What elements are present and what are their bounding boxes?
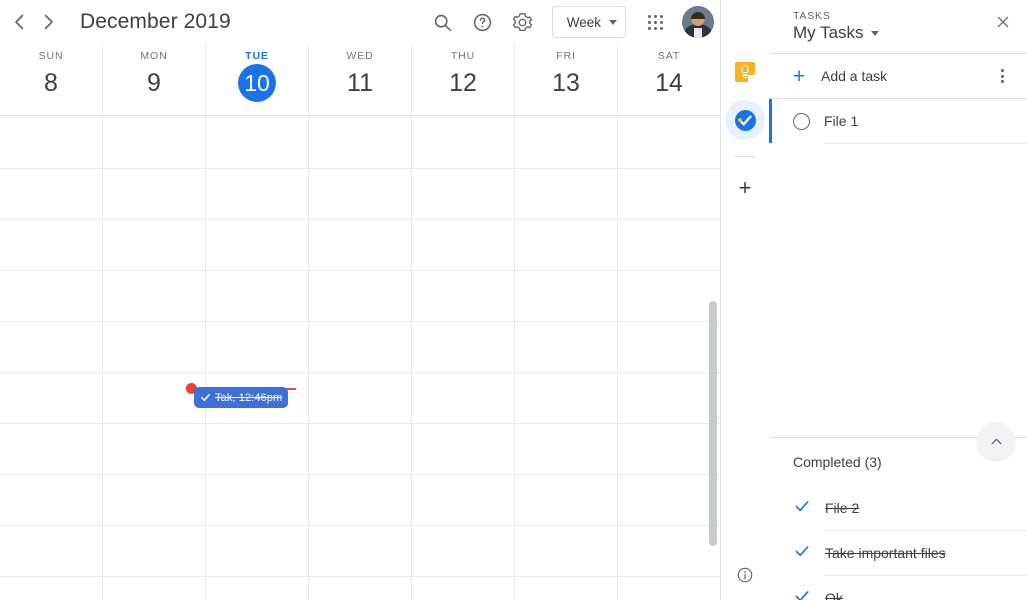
keep-app-icon[interactable] — [725, 52, 765, 92]
info-icon[interactable] — [728, 558, 762, 592]
check-icon[interactable] — [793, 497, 811, 520]
day-header-mon[interactable]: MON 9 — [102, 44, 205, 115]
completed-task-row[interactable]: Ok — [769, 576, 1027, 600]
collapse-completed-button[interactable] — [977, 422, 1015, 460]
view-mode-select[interactable]: Week — [551, 6, 626, 38]
selected-indicator — [769, 99, 772, 143]
day-number[interactable]: 14 — [650, 64, 688, 102]
day-column-tue[interactable] — [205, 116, 308, 600]
check-icon[interactable] — [793, 587, 811, 600]
day-column-thu[interactable] — [411, 116, 514, 600]
add-app-button[interactable]: + — [728, 171, 762, 205]
row-separator — [824, 143, 1027, 144]
calendar-topbar: December 2019 Week — [0, 0, 720, 44]
task-list-name: My Tasks — [793, 23, 864, 42]
chevron-down-icon — [609, 19, 617, 25]
day-of-week-label: SUN — [38, 50, 64, 62]
task-list-selector[interactable]: My Tasks — [793, 23, 1011, 43]
rail-divider — [734, 156, 756, 157]
day-column-wed[interactable] — [308, 116, 411, 600]
pending-task-list: File 1 — [769, 99, 1027, 144]
avatar[interactable] — [682, 6, 714, 38]
calendar-scrollbar[interactable] — [709, 301, 717, 546]
close-icon[interactable] — [987, 6, 1019, 38]
completed-count-label: Completed (3) — [793, 454, 882, 470]
day-header-tue[interactable]: TUE 10 — [205, 44, 308, 115]
day-column-fri[interactable] — [514, 116, 617, 600]
tasks-app-icon[interactable] — [725, 100, 774, 140]
task-title: Ok — [825, 590, 843, 600]
week-day-header: SUN 8 MON 9 TUE 10 WED 11 THU 12 FRI 13 SAT 14 — [0, 44, 720, 116]
day-number[interactable]: 10 — [238, 64, 276, 102]
calendar-event-chip[interactable]: Tak, 12:46pm — [195, 388, 287, 407]
completed-section-header: Completed (3) — [769, 422, 1027, 486]
day-column-sun[interactable] — [0, 116, 102, 600]
day-number[interactable]: 9 — [135, 64, 173, 102]
side-apps-rail: + — [720, 0, 774, 600]
day-of-week-label: THU — [450, 50, 476, 62]
check-icon[interactable] — [793, 542, 811, 565]
chevron-down-icon — [870, 30, 879, 36]
day-header-wed[interactable]: WED 11 — [308, 44, 411, 115]
task-title: File 2 — [825, 500, 860, 516]
check-icon — [200, 392, 211, 403]
tasks-panel: TASKS My Tasks + Add a task File 1 Compl… — [769, 0, 1027, 600]
task-row[interactable]: File 1 — [769, 99, 1027, 143]
day-of-week-label: TUE — [245, 50, 269, 62]
google-calendar-window: December 2019 Week SUN 8 MON 9 TUE 10 WE… — [0, 0, 1027, 600]
day-number[interactable]: 13 — [547, 64, 585, 102]
tasks-empty-space — [769, 144, 1027, 437]
day-of-week-label: SAT — [657, 50, 681, 62]
view-mode-label: Week — [566, 14, 601, 30]
day-number[interactable]: 8 — [32, 64, 70, 102]
day-number[interactable]: 11 — [341, 64, 379, 102]
add-task-label: Add a task — [821, 68, 888, 84]
task-checkbox-circle-icon[interactable] — [793, 112, 810, 130]
day-column-sat[interactable] — [617, 116, 720, 600]
day-header-sat[interactable]: SAT 14 — [617, 44, 720, 115]
gear-icon[interactable] — [504, 3, 542, 41]
plus-icon: + — [793, 64, 806, 88]
tasks-panel-kicker: TASKS — [793, 10, 831, 22]
day-header-sun[interactable]: SUN 8 — [0, 44, 102, 115]
day-of-week-label: MON — [140, 50, 168, 62]
task-title: Take important files — [825, 545, 946, 561]
help-icon[interactable] — [464, 3, 502, 41]
day-column-mon[interactable] — [102, 116, 205, 600]
apps-grid-icon[interactable] — [636, 3, 674, 41]
day-of-week-label: WED — [346, 50, 374, 62]
calendar-area: December 2019 Week SUN 8 MON 9 TUE 10 WE… — [0, 0, 720, 600]
add-task-button[interactable]: + Add a task — [769, 54, 1027, 98]
calendar-event-title: Tak, 12:46pm — [215, 391, 283, 404]
next-period-button[interactable] — [34, 7, 64, 37]
day-number[interactable]: 12 — [444, 64, 482, 102]
previous-period-button[interactable] — [4, 7, 34, 37]
day-columns — [0, 116, 720, 600]
tasks-panel-header: TASKS My Tasks — [769, 0, 1027, 53]
more-options-icon[interactable] — [987, 61, 1017, 91]
page-title: December 2019 — [80, 10, 231, 33]
completed-task-row[interactable]: File 2 — [769, 486, 1027, 530]
day-of-week-label: FRI — [556, 50, 576, 62]
search-icon[interactable] — [424, 3, 462, 41]
day-header-fri[interactable]: FRI 13 — [514, 44, 617, 115]
day-header-thu[interactable]: THU 12 — [411, 44, 514, 115]
completed-task-list: File 2 Take important files Ok — [769, 486, 1027, 600]
task-title: File 1 — [824, 113, 859, 129]
topbar-actions: Week — [424, 0, 714, 44]
completed-task-row[interactable]: Take important files — [769, 531, 1027, 575]
calendar-grid[interactable]: Tak, 12:46pm — [0, 116, 720, 600]
